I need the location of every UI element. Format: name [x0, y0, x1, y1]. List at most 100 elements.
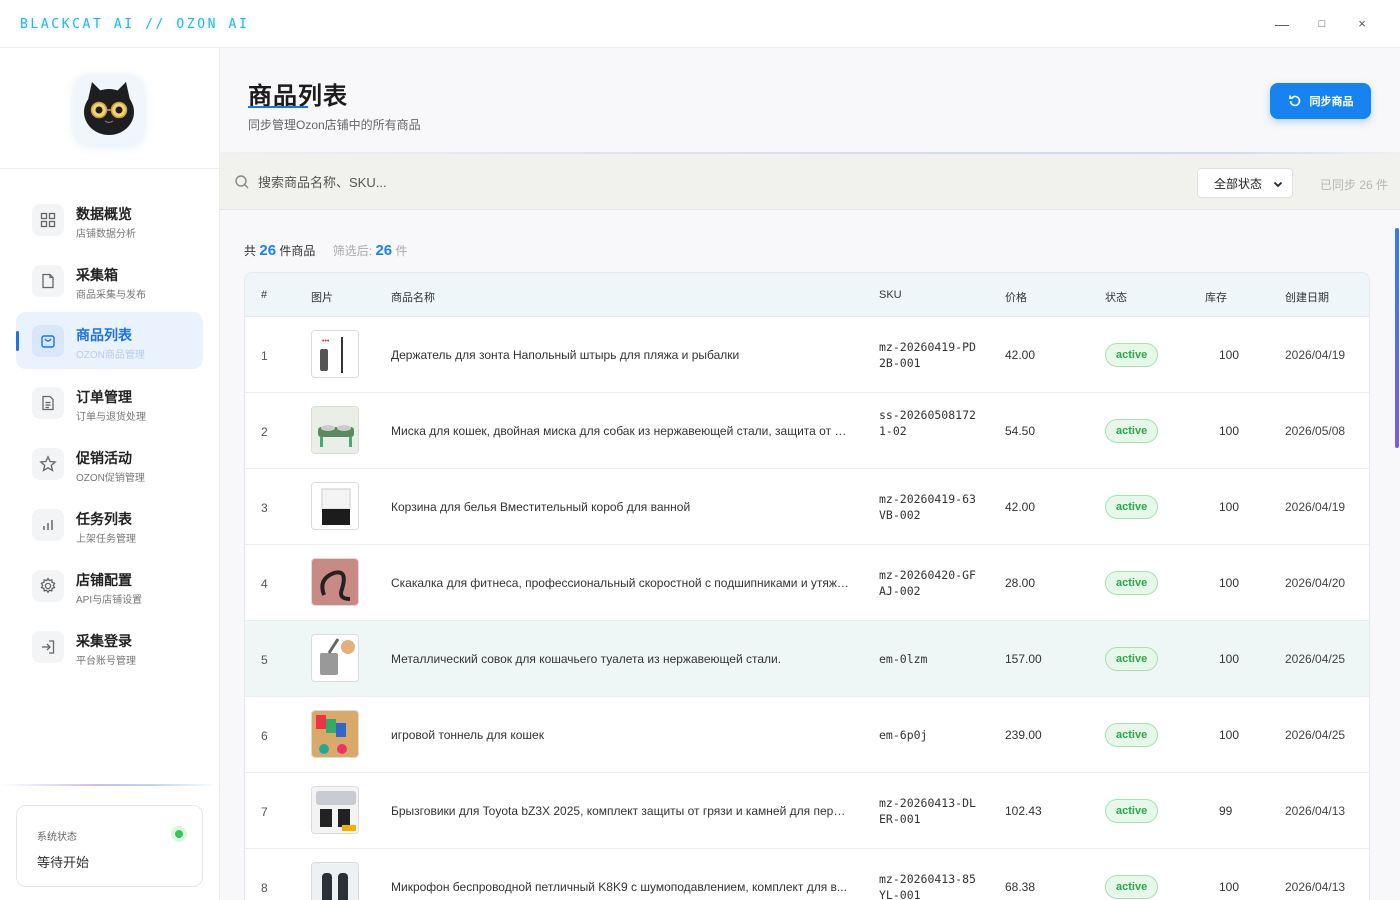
- column-header-price: 价格: [1005, 292, 1027, 304]
- minimize-button[interactable]: —: [1268, 12, 1296, 36]
- sidebar-item-collection-login[interactable]: 采集登录 平台账号管理: [16, 618, 203, 675]
- product-sku: mz-20260419-PD2B-001: [879, 340, 976, 370]
- product-created-date: 2026/04/13: [1285, 880, 1346, 894]
- product-sku: mz-20260420-GFAJ-002: [879, 568, 976, 598]
- sidebar: 数据概览 店铺数据分析 采集箱 商品采集与发布 商品列表 OZON商品管理 订单…: [0, 48, 220, 900]
- table-row[interactable]: 5 Металлический совок для кошачьего туал…: [245, 621, 1369, 697]
- close-button[interactable]: ×: [1348, 12, 1376, 36]
- sidebar-item-promotions[interactable]: 促销活动 OZON促销管理: [16, 435, 203, 492]
- status-badge: active: [1105, 495, 1159, 519]
- table-row[interactable]: 6 игровой тоннель для кошек em-6p0j 239.…: [245, 697, 1369, 773]
- sidebar-item-sublabel: 店铺数据分析: [76, 229, 136, 240]
- table-row[interactable]: 3 Корзина для белья Вместительный короб …: [245, 469, 1369, 545]
- sidebar-item-sublabel: 订单与退货处理: [76, 412, 146, 423]
- product-thumbnail[interactable]: [311, 634, 359, 682]
- row-index: 6: [261, 729, 268, 743]
- status-filter-select[interactable]: 全部状态: [1197, 168, 1293, 198]
- table-row[interactable]: 1 ••• Держатель для зонта Напольный штыр…: [245, 317, 1369, 393]
- filtered-prefix: 筛选后:: [332, 244, 373, 258]
- status-badge: active: [1105, 571, 1159, 595]
- product-thumbnail[interactable]: [311, 710, 359, 758]
- product-price: 54.50: [1005, 424, 1036, 438]
- login-icon: [32, 631, 64, 663]
- system-status-title: 系统状态: [37, 832, 77, 843]
- product-name[interactable]: Брызговики для Toyota bZ3X 2025, комплек…: [391, 804, 849, 818]
- product-stock: 100: [1219, 652, 1240, 666]
- grid-icon: [32, 204, 64, 236]
- product-created-date: 2026/05/08: [1285, 424, 1346, 438]
- sidebar-item-orders[interactable]: 订单管理 订单与退货处理: [16, 374, 203, 431]
- status-filter-value: 全部状态: [1214, 176, 1263, 191]
- maximize-button[interactable]: □: [1308, 12, 1336, 36]
- product-stock: 100: [1219, 728, 1240, 742]
- product-name[interactable]: Скакалка для фитнеса, профессиональный с…: [391, 576, 849, 590]
- product-name[interactable]: игровой тоннель для кошек: [391, 728, 849, 742]
- product-name[interactable]: Корзина для белья Вместительный короб дл…: [391, 500, 849, 514]
- product-created-date: 2026/04/13: [1285, 804, 1346, 818]
- sidebar-item-sublabel: OZON商品管理: [76, 350, 145, 361]
- product-name[interactable]: Миска для кошек, двойная миска для собак…: [391, 424, 849, 438]
- product-thumbnail[interactable]: [311, 862, 359, 900]
- product-thumbnail[interactable]: •••: [311, 330, 359, 378]
- filtered-count: 26: [375, 242, 393, 259]
- chevron-down-icon: [1273, 181, 1283, 188]
- product-thumbnail[interactable]: [311, 406, 359, 454]
- title-bar: BLACKCAT AI // OZON AI — □ ×: [0, 0, 1400, 48]
- file-icon: [32, 265, 64, 297]
- status-badge: active: [1105, 647, 1159, 671]
- bag-icon: [32, 325, 64, 357]
- sidebar-item-collection-box[interactable]: 采集箱 商品采集与发布: [16, 252, 203, 309]
- app-title: BLACKCAT AI // OZON AI: [20, 17, 250, 32]
- total-count: 26: [259, 242, 277, 259]
- product-stock: 100: [1219, 424, 1240, 438]
- product-name[interactable]: Держатель для зонта Напольный штырь для …: [391, 348, 849, 362]
- column-header-status: 状态: [1105, 292, 1127, 304]
- product-price: 239.00: [1005, 728, 1042, 742]
- sidebar-item-sublabel: 商品采集与发布: [76, 290, 146, 301]
- sidebar-item-overview[interactable]: 数据概览 店铺数据分析: [16, 191, 203, 248]
- row-index: 5: [261, 653, 268, 667]
- table-row[interactable]: 4 Скакалка для фитнеса, профессиональный…: [245, 545, 1369, 621]
- bar-chart-icon: [32, 509, 64, 541]
- product-price: 42.00: [1005, 500, 1036, 514]
- status-badge: active: [1105, 723, 1159, 747]
- gear-icon: [32, 570, 64, 602]
- product-created-date: 2026/04/19: [1285, 500, 1346, 514]
- product-name[interactable]: Металлический совок для кошачьего туалет…: [391, 652, 849, 666]
- product-thumbnail[interactable]: [311, 482, 359, 530]
- scrollbar-thumb[interactable]: [1395, 228, 1399, 448]
- star-icon: [32, 448, 64, 480]
- sync-products-button[interactable]: 同步商品: [1270, 83, 1371, 119]
- filter-toolbar: 全部状态 已同步 26 件: [220, 154, 1400, 210]
- sidebar-item-label: 商品列表: [76, 327, 132, 343]
- product-sku: mz-20260413-85YL-001: [879, 872, 976, 900]
- product-thumbnail[interactable]: [311, 558, 359, 606]
- product-price: 157.00: [1005, 652, 1042, 666]
- product-created-date: 2026/04/25: [1285, 652, 1346, 666]
- product-thumbnail[interactable]: [311, 786, 359, 834]
- product-price: 102.43: [1005, 804, 1042, 818]
- sidebar-item-label: 促销活动: [76, 450, 132, 466]
- status-indicator-icon: [171, 826, 187, 842]
- product-created-date: 2026/04/20: [1285, 576, 1346, 590]
- table-row[interactable]: 2 Миска для кошек, двойная миска для соб…: [245, 393, 1369, 469]
- document-icon: [32, 387, 64, 419]
- row-index: 3: [261, 501, 268, 515]
- sidebar-item-shop-config[interactable]: 店铺配置 API与店铺设置: [16, 557, 203, 614]
- product-stock: 100: [1219, 880, 1240, 894]
- product-sku: em-6p0j: [879, 728, 928, 742]
- sidebar-item-label: 采集箱: [76, 267, 118, 283]
- search-input[interactable]: [258, 170, 758, 194]
- product-price: 68.38: [1005, 880, 1036, 894]
- product-name[interactable]: Микрофон беспроводной петличный K8K9 с ш…: [391, 880, 849, 894]
- sidebar-item-tasks[interactable]: 任务列表 上架任务管理: [16, 496, 203, 553]
- row-index: 1: [261, 349, 268, 363]
- status-badge: active: [1105, 343, 1159, 367]
- table-row[interactable]: 7 Брызговики для Toyota bZ3X 2025, компл…: [245, 773, 1369, 849]
- sidebar-bottom-divider: [0, 784, 219, 786]
- product-stock: 99: [1219, 804, 1233, 818]
- system-status-value: 等待开始: [37, 855, 90, 870]
- sidebar-item-product-list[interactable]: 商品列表 OZON商品管理: [16, 312, 203, 369]
- refresh-icon: [1288, 95, 1300, 107]
- table-row[interactable]: 8 Микрофон беспроводной петличный K8K9 с…: [245, 849, 1369, 900]
